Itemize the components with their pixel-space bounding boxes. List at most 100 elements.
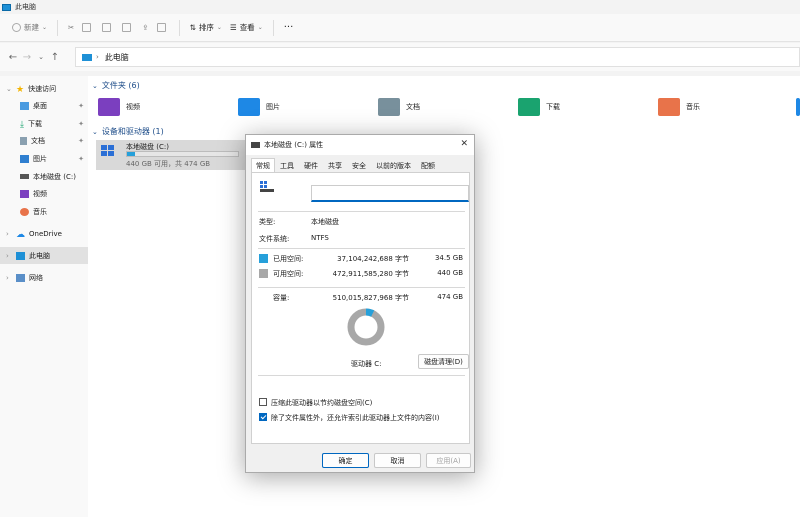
- picture-folder-icon: [238, 98, 260, 116]
- tab-previous-versions[interactable]: 以前的版本: [371, 158, 416, 172]
- capacity-label: 容量:: [273, 294, 290, 302]
- sidebar-item-music[interactable]: 音乐: [0, 203, 88, 220]
- free-space-gb: 440 GB: [437, 269, 463, 277]
- address-field[interactable]: › 此电脑: [75, 47, 800, 67]
- delete-button[interactable]: [153, 18, 173, 38]
- back-arrow-icon[interactable]: ←: [6, 52, 20, 63]
- tab-security[interactable]: 安全: [347, 158, 371, 172]
- cancel-button[interactable]: 取消: [374, 453, 421, 468]
- tab-quota[interactable]: 配额: [416, 158, 440, 172]
- disk-usage-donut: [347, 308, 385, 346]
- pin-icon: ✦: [78, 154, 84, 163]
- drive-tile-c[interactable]: 本地磁盘 (C:) 440 GB 可用，共 474 GB: [96, 140, 259, 170]
- capacity-bytes: 510,015,827,968 字节: [332, 294, 409, 302]
- title-bar: 此电脑: [0, 0, 800, 14]
- desktop-icon: [20, 101, 29, 110]
- devices-group-header[interactable]: ⌄ 设备和驱动器 (1): [92, 126, 164, 137]
- paste-button[interactable]: [98, 18, 118, 38]
- navigation-pane: ⌄ ★ 快速访问 桌面 ✦ ⤓ 下载 ✦ 文档 ✦ 图片 ✦ 本地磁盘 (C:)…: [0, 76, 88, 517]
- more-options-button[interactable]: ···: [280, 18, 298, 38]
- divider: [258, 248, 465, 249]
- sidebar-item-desktop[interactable]: 桌面 ✦: [0, 97, 88, 114]
- general-tab-panel: 类型: 本地磁盘 文件系统: NTFS 已用空间: 37,104,242,688…: [251, 172, 470, 444]
- folder-music[interactable]: 音乐: [658, 96, 700, 118]
- volume-label-input[interactable]: [311, 185, 469, 202]
- cloud-icon: ☁: [16, 229, 25, 240]
- sidebar-item-quick-access[interactable]: ⌄ ★ 快速访问: [0, 80, 88, 97]
- sidebar-item-downloads[interactable]: ⤓ 下载 ✦: [0, 115, 88, 132]
- rename-icon: [122, 23, 132, 32]
- picture-icon: [20, 154, 29, 163]
- folder-icon: [796, 98, 800, 116]
- forward-arrow-icon[interactable]: →: [20, 52, 34, 63]
- up-arrow-icon[interactable]: ↑: [48, 52, 62, 63]
- this-pc-icon: [2, 3, 11, 11]
- compress-drive-checkbox[interactable]: [259, 398, 267, 406]
- video-icon: [20, 189, 29, 198]
- disk-cleanup-button[interactable]: 磁盘清理(D): [418, 354, 469, 369]
- tab-general[interactable]: 常规: [251, 158, 275, 172]
- sidebar-item-onedrive[interactable]: › ☁ OneDrive: [0, 225, 88, 242]
- close-icon[interactable]: ✕: [460, 139, 468, 149]
- cut-button[interactable]: ✂: [64, 18, 78, 38]
- sidebar-item-network[interactable]: › 网络: [0, 269, 88, 286]
- dialog-title: 本地磁盘 (C:) 属性: [264, 141, 324, 149]
- sidebar-item-videos[interactable]: 视频: [0, 185, 88, 202]
- chevron-right-icon: ›: [6, 273, 9, 282]
- pin-icon: ✦: [78, 119, 84, 128]
- view-button[interactable]: ☰ 查看 ⌄: [226, 18, 267, 38]
- breadcrumb[interactable]: 此电脑: [105, 52, 129, 63]
- navigation-bar: ← → ⌄ ↑ › 此电脑: [0, 43, 800, 71]
- view-icon: ☰: [229, 23, 237, 32]
- music-folder-icon: [658, 98, 680, 116]
- folder-partial[interactable]: [796, 96, 800, 118]
- sidebar-item-local-disk[interactable]: 本地磁盘 (C:): [0, 168, 88, 185]
- toolbar: 新建 ⌄ ✂ ⇪ ⇅ 排序 ⌄ ☰ 查看 ⌄ ···: [0, 14, 800, 42]
- free-space-bytes: 472,911,585,280 字节: [332, 270, 409, 278]
- new-button[interactable]: 新建 ⌄: [8, 18, 51, 38]
- filesystem-value: NTFS: [311, 234, 329, 242]
- sidebar-item-documents[interactable]: 文档 ✦: [0, 132, 88, 149]
- rename-button[interactable]: [118, 18, 138, 38]
- sort-icon: ⇅: [189, 23, 196, 32]
- folder-pictures[interactable]: 图片: [238, 96, 280, 118]
- document-icon: [20, 136, 27, 145]
- index-contents-checkbox[interactable]: [259, 413, 267, 421]
- trash-icon: [156, 23, 166, 32]
- type-value: 本地磁盘: [311, 218, 339, 226]
- download-folder-icon: [518, 98, 540, 116]
- apply-button[interactable]: 应用(A): [426, 453, 471, 468]
- sidebar-item-this-pc[interactable]: › 此电脑: [0, 247, 88, 264]
- drive-icon: [20, 174, 29, 179]
- folder-videos[interactable]: 视频: [98, 96, 140, 118]
- recent-chevron-icon[interactable]: ⌄: [34, 53, 48, 61]
- tab-hardware[interactable]: 硬件: [299, 158, 323, 172]
- used-space-label: 已用空间:: [273, 255, 304, 263]
- sort-button[interactable]: ⇅ 排序 ⌄: [186, 18, 226, 38]
- index-contents-label: 除了文件属性外，还允许索引此驱动器上文件的内容(I): [271, 414, 440, 422]
- copy-button[interactable]: [78, 18, 98, 38]
- free-space-ring: [347, 308, 385, 346]
- this-pc-icon: [82, 53, 92, 61]
- chevron-right-icon: ›: [96, 53, 99, 61]
- folder-downloads[interactable]: 下载: [518, 96, 560, 118]
- drive-letter-label: 驱动器 C:: [351, 360, 382, 368]
- chevron-right-icon: ›: [6, 251, 9, 260]
- dialog-title-bar[interactable]: 本地磁盘 (C:) 属性 ✕: [246, 135, 474, 155]
- window-title: 此电脑: [15, 3, 36, 11]
- video-folder-icon: [98, 98, 120, 116]
- tab-sharing[interactable]: 共享: [323, 158, 347, 172]
- drive-icon: [260, 181, 274, 192]
- share-button[interactable]: ⇪: [138, 18, 152, 38]
- network-icon: [16, 273, 25, 282]
- folders-group-header[interactable]: ⌄ 文件夹 (6): [92, 80, 140, 91]
- divider: [258, 287, 465, 288]
- ok-button[interactable]: 确定: [322, 453, 369, 468]
- copy-icon: [82, 23, 92, 32]
- free-space-swatch: [259, 269, 268, 278]
- tab-tools[interactable]: 工具: [275, 158, 299, 172]
- folder-documents[interactable]: 文档: [378, 96, 420, 118]
- sidebar-item-pictures[interactable]: 图片 ✦: [0, 150, 88, 167]
- free-space-label: 可用空间:: [273, 270, 304, 278]
- chevron-down-icon: ⌄: [6, 84, 12, 93]
